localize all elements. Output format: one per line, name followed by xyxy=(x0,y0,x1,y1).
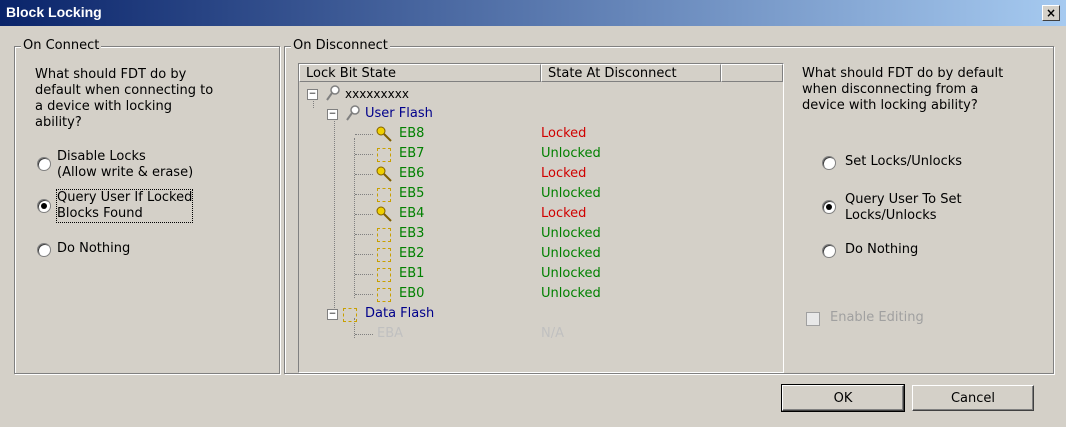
list-header: Lock Bit State State At Disconnect xyxy=(299,64,783,83)
cancel-button[interactable]: Cancel xyxy=(912,385,1034,411)
radio-button[interactable] xyxy=(37,157,51,171)
tree-item-eb5[interactable]: EB5 Unlocked xyxy=(355,184,775,204)
radio-button[interactable] xyxy=(37,243,51,257)
tree-line xyxy=(355,194,373,195)
on-connect-title: On Connect xyxy=(21,38,102,53)
tree-item-eb1[interactable]: EB1 Unlocked xyxy=(355,264,775,284)
column-header-empty xyxy=(721,64,783,82)
tree-line xyxy=(355,154,373,155)
tree-line xyxy=(355,334,373,335)
radio-button[interactable] xyxy=(822,200,836,214)
tree-item-eb2[interactable]: EB2 Unlocked xyxy=(355,244,775,264)
tree-line xyxy=(355,134,373,135)
magnifier-key-icon xyxy=(326,85,340,101)
ok-button[interactable]: OK xyxy=(781,384,905,412)
radio-button[interactable] xyxy=(822,156,836,170)
column-header-lock-bit-state[interactable]: Lock Bit State xyxy=(299,64,541,82)
window-title: Block Locking xyxy=(6,4,102,20)
lock-bit-tree-list[interactable]: Lock Bit State State At Disconnect − xxx… xyxy=(298,63,784,373)
unlocked-block-icon xyxy=(377,268,391,282)
unlocked-block-icon xyxy=(377,188,391,202)
unlocked-block-icon xyxy=(343,308,357,322)
tree-line xyxy=(355,214,373,215)
close-button[interactable]: × xyxy=(1042,5,1060,21)
key-icon xyxy=(376,166,392,182)
tree-line xyxy=(355,234,373,235)
collapse-icon[interactable]: − xyxy=(327,109,338,120)
tree-item-eb0[interactable]: EB0 Unlocked xyxy=(355,284,775,304)
radio-button[interactable] xyxy=(37,199,51,213)
checkbox[interactable] xyxy=(806,312,820,326)
tree-line xyxy=(355,174,373,175)
tree-line xyxy=(355,254,373,255)
collapse-icon[interactable]: − xyxy=(327,309,338,320)
collapse-icon[interactable]: − xyxy=(307,89,318,100)
on-disconnect-question: What should FDT do by default when disco… xyxy=(802,66,1004,113)
magnifier-key-icon xyxy=(346,105,360,121)
unlocked-block-icon xyxy=(377,248,391,262)
unlocked-block-icon xyxy=(377,288,391,302)
unlocked-block-icon xyxy=(377,148,391,162)
tree-item-eb3[interactable]: EB3 Unlocked xyxy=(355,224,775,244)
on-disconnect-title: On Disconnect xyxy=(291,38,390,53)
radio-button[interactable] xyxy=(822,244,836,258)
tree-item-eb7[interactable]: EB7 Unlocked xyxy=(355,144,775,164)
on-connect-question: What should FDT do by default when conne… xyxy=(35,67,214,130)
key-icon xyxy=(376,206,392,222)
key-icon xyxy=(376,126,392,142)
unlocked-block-icon xyxy=(377,228,391,242)
tree-body: − xxxxxxxxx − User Flash EB8 Locked EB7 … xyxy=(299,84,783,372)
column-header-state-at-disconnect[interactable]: State At Disconnect xyxy=(541,64,721,82)
tree-item-eba: EBA N/A xyxy=(355,324,775,344)
title-bar: Block Locking × xyxy=(0,0,1066,26)
tree-line xyxy=(355,274,373,275)
close-icon: × xyxy=(1045,6,1057,20)
tree-line xyxy=(355,294,373,295)
tree-item-eb8[interactable]: EB8 Locked xyxy=(355,124,775,144)
tree-item-eb6[interactable]: EB6 Locked xyxy=(355,164,775,184)
tree-item-eb4[interactable]: EB4 Locked xyxy=(355,204,775,224)
tree-line xyxy=(334,118,335,308)
on-connect-group: On Connect What should FDT do by default… xyxy=(14,38,280,374)
